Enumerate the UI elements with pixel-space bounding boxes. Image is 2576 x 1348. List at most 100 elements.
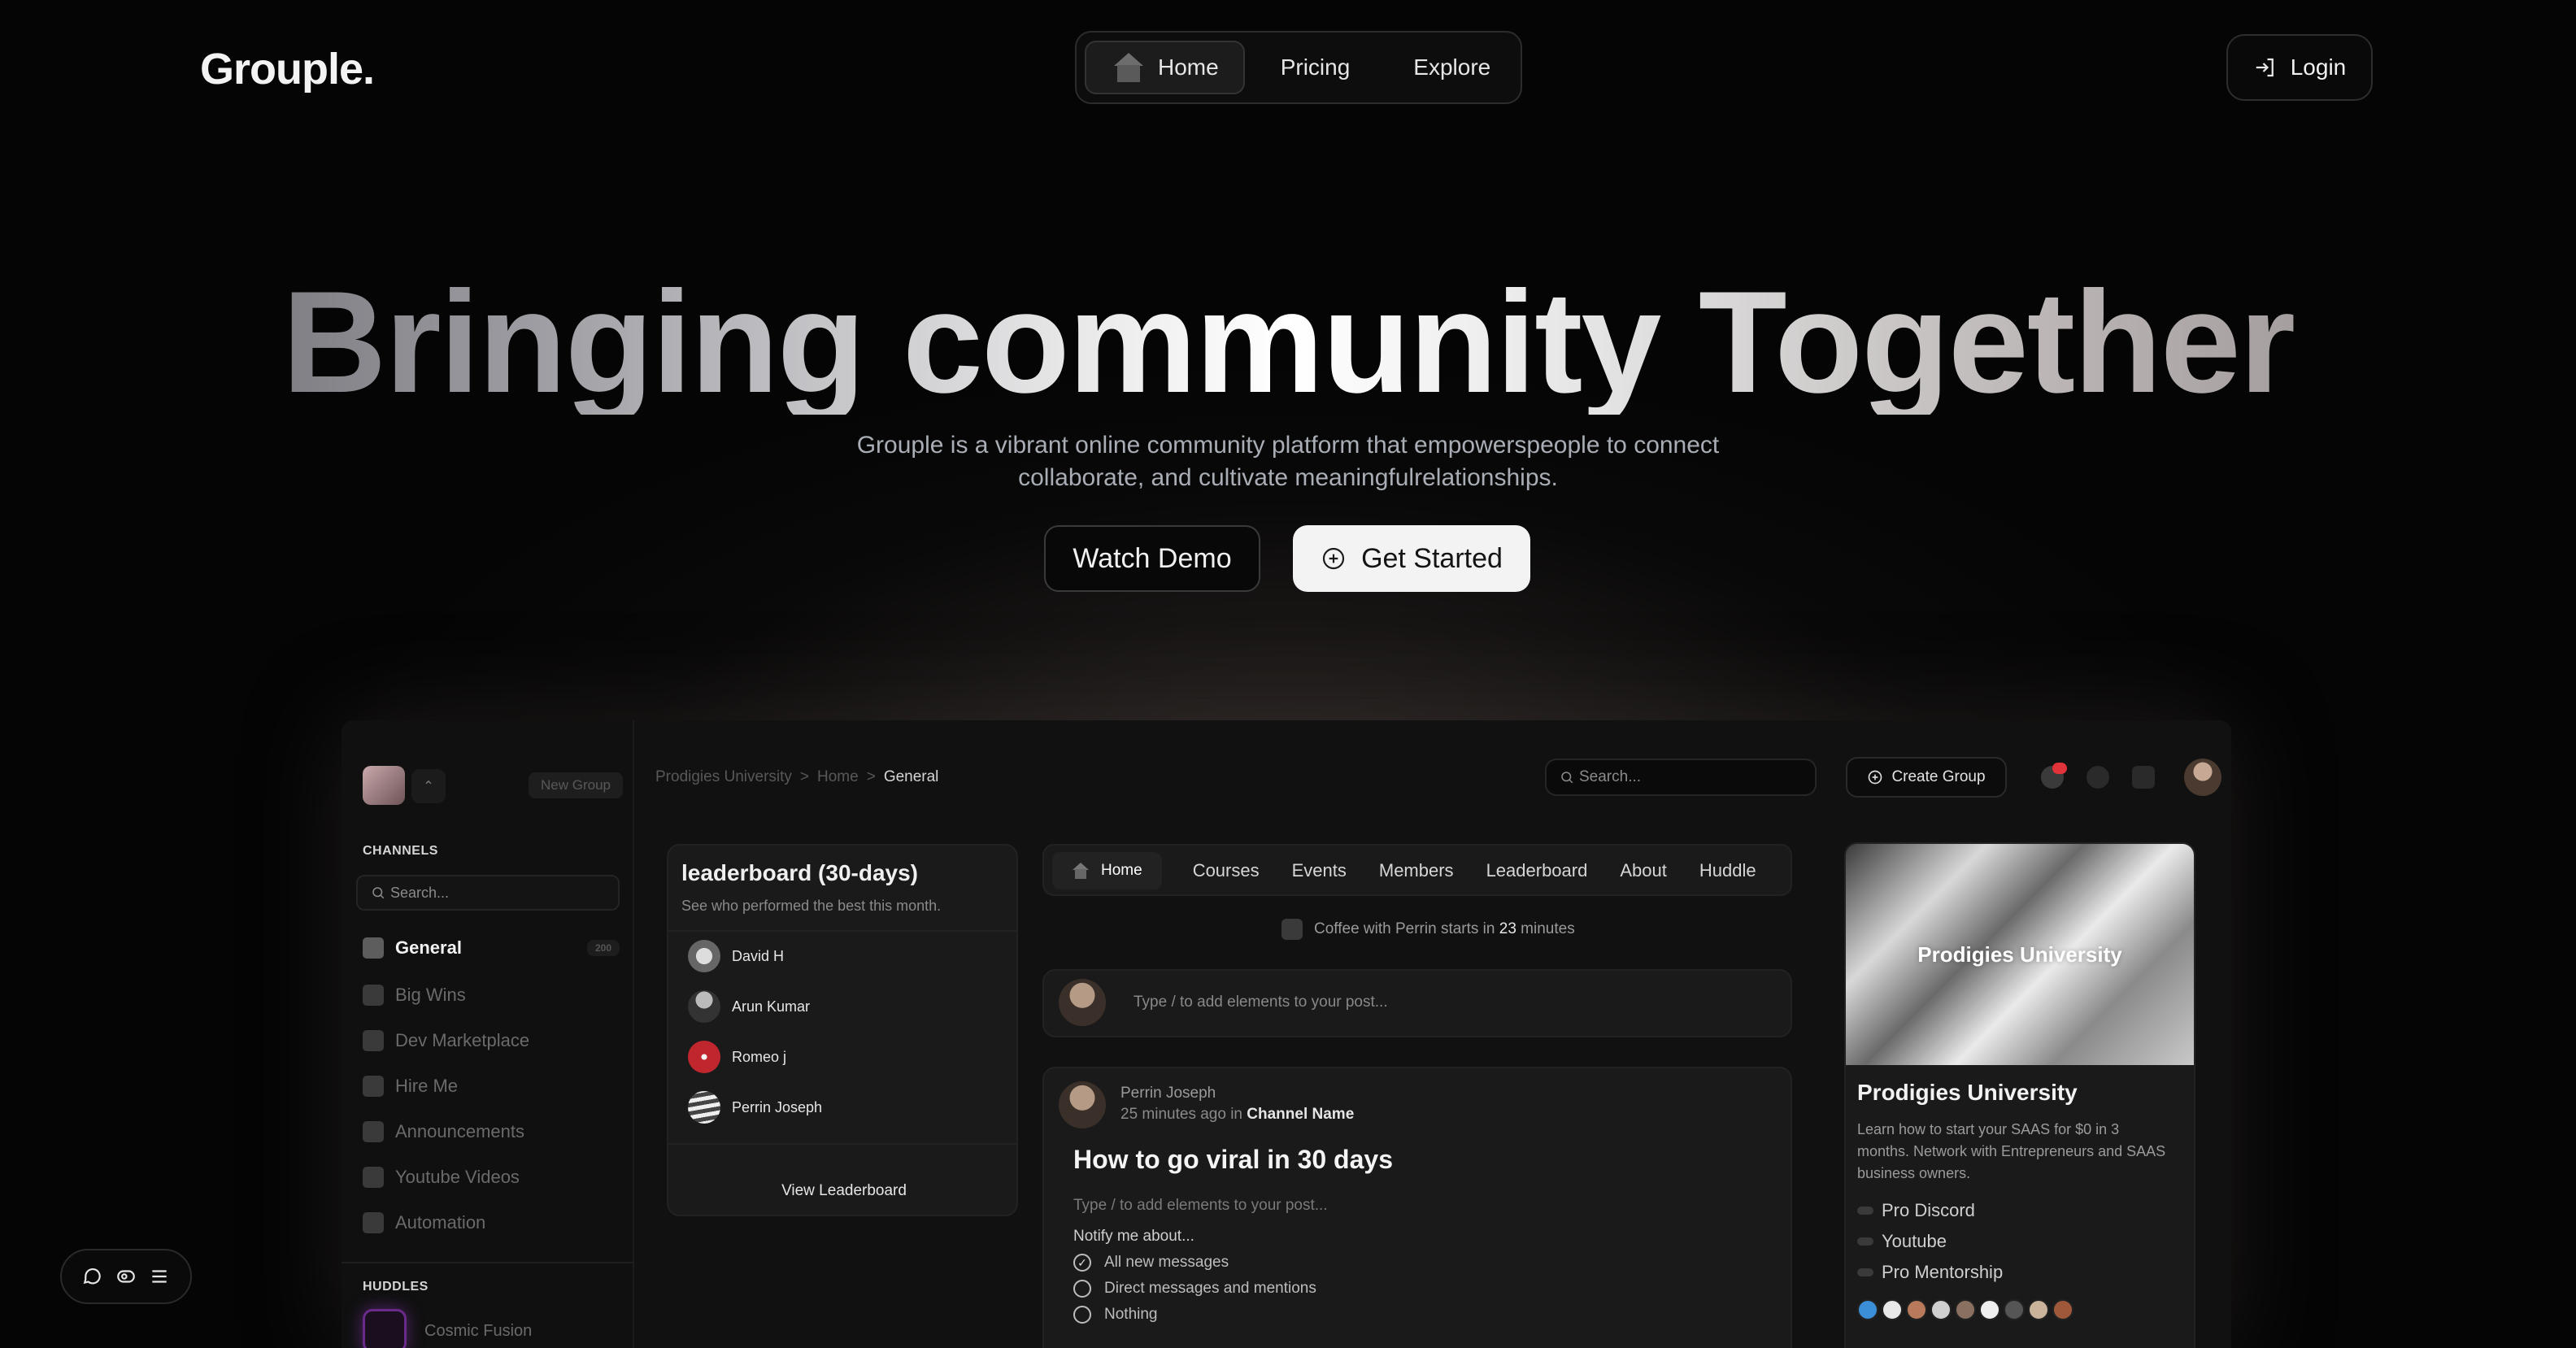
chat-bubble-icon[interactable]	[81, 1265, 104, 1288]
menu-icon[interactable]	[148, 1265, 171, 1288]
leaderboard-subtitle: See who performed the best this month.	[681, 898, 942, 914]
post-meta: 25 minutes ago in Channel Name	[1120, 1106, 1354, 1124]
notify-option[interactable]: ✓ All new messages	[1073, 1254, 1229, 1272]
nav-item-explore[interactable]: Explore	[1386, 41, 1518, 94]
login-button[interactable]: Login	[2226, 34, 2373, 101]
link-icon	[1857, 1207, 1873, 1215]
post-composer[interactable]: Type / to add elements to your post...	[1042, 969, 1792, 1037]
get-started-button[interactable]: Get Started	[1293, 525, 1530, 592]
avatar	[1059, 979, 1106, 1026]
sidebar-item-dev-marketplace[interactable]: Dev Marketplace	[363, 1024, 620, 1057]
group-link[interactable]: Pro Mentorship	[1857, 1262, 2003, 1283]
leaderboard-row[interactable]: Perrin Joseph	[688, 1091, 822, 1124]
breadcrumb-item[interactable]: Prodigies University	[655, 768, 792, 786]
eye-icon[interactable]	[115, 1265, 137, 1288]
sidebar-item-youtube-videos[interactable]: Youtube Videos	[363, 1161, 620, 1194]
plus-circle-icon	[1869, 770, 1882, 785]
avatar	[688, 1041, 720, 1073]
avatar	[1979, 1299, 2000, 1320]
member-name: David H	[732, 947, 785, 964]
group-avatar[interactable]	[363, 766, 405, 805]
sidebar-item-hire-me[interactable]: Hire Me	[363, 1070, 620, 1102]
post-card: Perrin Joseph 25 minutes ago in Channel …	[1042, 1067, 1792, 1348]
create-group-button[interactable]: Create Group	[1846, 757, 2007, 798]
member-name: Romeo j	[732, 1048, 787, 1065]
member-name: Arun Kumar	[732, 998, 811, 1015]
tab-leaderboard[interactable]: Leaderboard	[1470, 860, 1604, 881]
leaderboard-row[interactable]: David H	[688, 940, 784, 972]
search-icon	[1561, 772, 1573, 784]
channels-heading: CHANNELS	[363, 844, 438, 858]
leaderboard-row[interactable]: Romeo j	[688, 1041, 786, 1073]
huddle-name: Cosmic Fusion	[424, 1321, 533, 1340]
group-link[interactable]: Pro Discord	[1857, 1200, 1975, 1221]
sidebar-item-general[interactable]: General 200	[363, 932, 620, 964]
avatar	[688, 990, 720, 1023]
settings-icon[interactable]	[2086, 766, 2109, 789]
post-title[interactable]: How to go viral in 30 days	[1073, 1145, 1393, 1175]
login-label: Login	[2290, 54, 2347, 80]
group-cover-image: Prodigies University	[1846, 844, 2194, 1065]
brand-logo[interactable]: Grouple.	[200, 44, 375, 94]
avatar	[1059, 1081, 1106, 1128]
house-icon	[1112, 53, 1145, 82]
tab-courses[interactable]: Courses	[1177, 860, 1276, 881]
sidebar-item-automation[interactable]: Automation	[363, 1207, 620, 1239]
sidebar-item-announcements[interactable]: Announcements	[363, 1115, 620, 1148]
search-icon	[372, 887, 385, 899]
watch-demo-button[interactable]: Watch Demo	[1044, 525, 1260, 592]
app-topbar: Prodigies University > Home > General Se…	[634, 745, 2231, 810]
huddle-icon	[363, 1309, 407, 1348]
app-search-input[interactable]: Search...	[1545, 759, 1817, 796]
coffee-reminder: Coffee with Perrin starts in 23 minutes	[1281, 919, 1575, 940]
leaderboard-row[interactable]: Arun Kumar	[688, 990, 810, 1023]
get-started-label: Get Started	[1361, 542, 1503, 574]
leaderboard-title: leaderboard (30-days)	[681, 860, 918, 885]
nav-item-pricing[interactable]: Pricing	[1253, 41, 1378, 94]
tab-events[interactable]: Events	[1276, 860, 1363, 881]
divider	[668, 1143, 1016, 1145]
tab-home[interactable]: Home	[1052, 852, 1162, 889]
notify-option[interactable]: Nothing	[1073, 1306, 1158, 1324]
post-author[interactable]: Perrin Joseph	[1120, 1085, 1216, 1102]
new-group-button[interactable]: New Group	[529, 772, 623, 798]
app-preview: ⌃ New Group CHANNELS Search... General 2…	[342, 720, 2231, 1348]
sidebar-item-big-wins[interactable]: Big Wins	[363, 979, 620, 1011]
view-leaderboard-link[interactable]: View Leaderboard	[681, 1182, 1007, 1200]
notification-icon[interactable]	[2041, 763, 2067, 789]
user-avatar[interactable]	[2184, 759, 2221, 796]
link-label: Pro Discord	[1882, 1200, 1975, 1220]
tab-about[interactable]: About	[1603, 860, 1683, 881]
link-icon	[1857, 1237, 1873, 1246]
avatar	[1955, 1299, 1976, 1320]
sidebar-item-label: Big Wins	[395, 985, 466, 1005]
nav-item-home[interactable]: Home	[1085, 41, 1245, 94]
hero-subtitle-line: collaborate, and cultivate meaningfulrel…	[1018, 464, 1558, 491]
group-description: Learn how to start your SAAS for $0 in 3…	[1857, 1121, 2166, 1181]
member-name: Perrin Joseph	[732, 1098, 823, 1115]
post-channel[interactable]: Channel Name	[1247, 1106, 1354, 1123]
avatar	[688, 940, 720, 972]
notify-option[interactable]: Direct messages and mentions	[1073, 1280, 1316, 1298]
tab-huddle[interactable]: Huddle	[1683, 860, 1773, 881]
megaphone-icon	[363, 1121, 384, 1142]
channel-search-input[interactable]: Search...	[356, 875, 620, 911]
option-label: Direct messages and mentions	[1104, 1280, 1316, 1297]
group-link[interactable]: Youtube	[1857, 1231, 1947, 1252]
hero-subtitle-line: Grouple is a vibrant online community pl…	[856, 432, 1720, 459]
coffee-text: Coffee with Perrin starts in 23 minutes	[1314, 920, 1575, 938]
tab-members[interactable]: Members	[1363, 860, 1470, 881]
tab-list: Home Courses Events Members Leaderboard …	[1052, 852, 1773, 889]
link-icon	[1857, 1268, 1873, 1276]
member-avatars[interactable]	[1857, 1299, 2073, 1320]
coffee-count: 23	[1499, 920, 1516, 937]
chevron-updown-icon[interactable]: ⌃	[411, 769, 446, 803]
huddle-item[interactable]: Cosmic Fusion	[363, 1309, 532, 1348]
house-icon	[1072, 863, 1090, 879]
breadcrumb-item[interactable]: Home	[817, 768, 859, 786]
message-icon[interactable]	[2132, 766, 2155, 789]
radio-circle-icon	[1073, 1306, 1091, 1324]
notify-label: Notify me about...	[1073, 1228, 1194, 1245]
sidebar: ⌃ New Group CHANNELS Search... General 2…	[342, 720, 634, 1348]
link-label: Youtube	[1882, 1231, 1947, 1251]
